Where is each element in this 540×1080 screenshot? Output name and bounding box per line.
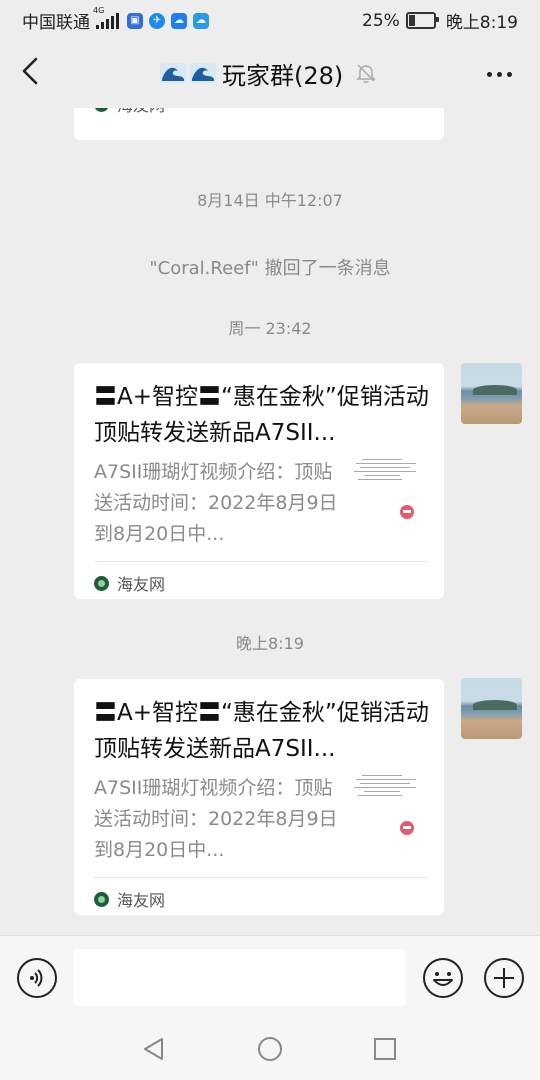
voice-button[interactable] bbox=[17, 958, 57, 998]
battery-percent: 25% bbox=[362, 10, 400, 31]
nav-back-button[interactable] bbox=[141, 1036, 167, 1062]
card-divider bbox=[94, 877, 428, 878]
input-bar bbox=[0, 935, 540, 1019]
chat-title: 玩家群(28) bbox=[222, 61, 344, 90]
brand-logo-icon bbox=[400, 505, 414, 519]
back-button[interactable] bbox=[16, 56, 46, 86]
card-title: 〓A+智控〓“惠在金秋”促销活动顶贴转发送新品A7SII... bbox=[94, 384, 429, 446]
avatar[interactable] bbox=[461, 678, 522, 739]
nav-recents-icon bbox=[374, 1038, 396, 1060]
card-description: A7SII珊瑚灯视频介绍：顶贴送活动时间：2022年8月9日到8月20日中... bbox=[94, 777, 338, 861]
timestamp: 晚上8:19 bbox=[236, 634, 304, 653]
chat-title-group: 玩家群(28) bbox=[160, 56, 377, 90]
nav-home-button[interactable] bbox=[257, 1036, 283, 1062]
wave-emoji-icon bbox=[160, 63, 186, 83]
weather-app-icon: ☁ bbox=[193, 12, 209, 29]
clock: 晚上8:19 bbox=[445, 13, 518, 33]
nav-home-icon bbox=[258, 1037, 282, 1061]
wave-emoji-icon bbox=[190, 63, 216, 83]
back-icon bbox=[22, 57, 38, 85]
card-thumbnail bbox=[354, 775, 420, 841]
system-nav-bar bbox=[0, 1018, 540, 1080]
source-logo-icon bbox=[94, 108, 109, 112]
card-source: 海友网 bbox=[94, 887, 165, 911]
timestamp: 周一 23:42 bbox=[228, 319, 312, 338]
recall-notice: "Coral.Reef" 撤回了一条消息 bbox=[149, 258, 391, 279]
card-thumbnail bbox=[354, 459, 420, 525]
card-description: A7SII珊瑚灯视频介绍：顶贴送活动时间：2022年8月9日到8月20日中... bbox=[94, 461, 338, 545]
add-button[interactable] bbox=[484, 958, 524, 998]
link-card[interactable]: 〓A+智控〓“惠在金秋”促销活动顶贴转发送新品A7SII... A7SII珊瑚灯… bbox=[74, 679, 444, 915]
status-bar: 中国联通 4G ▣ ✈ ☁ ☁ 25% 晚上8:19 bbox=[0, 0, 540, 36]
mute-bell-icon bbox=[356, 64, 377, 83]
carrier-label: 中国联通 bbox=[22, 13, 90, 33]
source-logo-icon bbox=[94, 891, 109, 907]
chat-header: 玩家群(28) bbox=[0, 36, 540, 108]
more-button[interactable] bbox=[482, 72, 512, 77]
network-type-label: 4G bbox=[93, 5, 105, 15]
nav-recents-button[interactable] bbox=[372, 1036, 398, 1062]
card-title: 〓A+智控〓“惠在金秋”促销活动顶贴转发送新品A7SII... bbox=[94, 700, 429, 762]
avatar[interactable] bbox=[461, 363, 522, 424]
brand-logo-icon bbox=[400, 821, 414, 835]
emoji-button[interactable] bbox=[423, 958, 463, 998]
link-card[interactable]: 〓A+智控〓“惠在金秋”促销活动顶贴转发送新品A7SII... A7SII珊瑚灯… bbox=[74, 363, 444, 599]
shield-app-icon: ▣ bbox=[127, 12, 143, 29]
message-input[interactable] bbox=[73, 949, 406, 1006]
link-card-partial[interactable]: 海友网 bbox=[74, 108, 444, 140]
chat-messages[interactable]: 海友网 8月14日 中午12:07 "Coral.Reef" 撤回了一条消息 周… bbox=[0, 108, 540, 935]
card-source: 海友网 bbox=[94, 571, 165, 595]
nav-back-icon bbox=[144, 1038, 163, 1060]
card-divider bbox=[94, 561, 428, 562]
more-icon bbox=[487, 72, 492, 77]
timestamp: 8月14日 中午12:07 bbox=[197, 191, 343, 210]
card-source-label: 海友网 bbox=[117, 575, 166, 594]
source-logo-icon bbox=[94, 575, 109, 591]
card-source-label: 海友网 bbox=[117, 108, 165, 116]
signal-icon: 4G bbox=[93, 6, 119, 29]
cloud-app-icon: ☁ bbox=[171, 12, 187, 29]
emoji-icon bbox=[433, 972, 453, 986]
voice-icon bbox=[30, 969, 43, 987]
battery-icon bbox=[405, 12, 439, 29]
browser-app-icon: ✈ bbox=[149, 12, 165, 29]
card-source: 海友网 bbox=[94, 108, 165, 116]
card-source-label: 海友网 bbox=[117, 891, 166, 910]
